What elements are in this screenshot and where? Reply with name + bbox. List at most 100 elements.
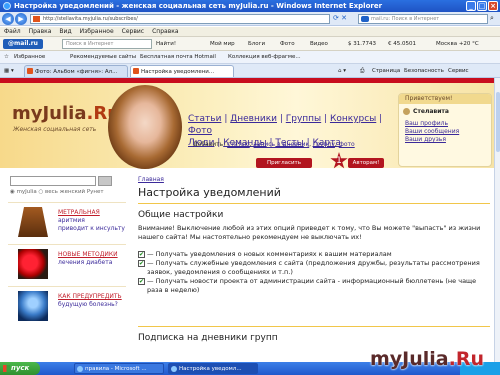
checkbox-news[interactable]: ✔: [138, 278, 145, 285]
site-tagline: Женская социальная сеть: [13, 126, 97, 133]
messages-link[interactable]: Ваши сообщения: [405, 128, 459, 136]
checkbox-service[interactable]: ✔: [138, 260, 145, 267]
search-icon[interactable]: ⌕: [490, 14, 494, 23]
fav-hotmail[interactable]: Бесплатная почта Hotmail: [140, 51, 216, 63]
profile-link[interactable]: Ваш профиль: [405, 120, 459, 128]
task-ie[interactable]: Настройка уведомл...: [168, 363, 258, 374]
address-toolbar: ◀ ▶ http://stellavita.myjulia.ru/subscri…: [0, 12, 500, 26]
cmd-page[interactable]: Страница: [372, 64, 400, 77]
add-label: Добавить:: [193, 141, 226, 148]
watermark-logo: myJulia.Ru: [370, 348, 485, 370]
mailru-item-photo[interactable]: Фото: [280, 37, 295, 50]
task-word[interactable]: правила - Microsoft ...: [74, 363, 164, 374]
cmd-security[interactable]: Безопасность: [404, 64, 444, 77]
checkbox-comments[interactable]: ✔: [138, 251, 145, 258]
ie-icon: [171, 366, 177, 372]
username[interactable]: Стелавита: [403, 108, 449, 115]
mailru-logo[interactable]: @mail.ru: [3, 39, 43, 49]
favorites-star-icon[interactable]: ☆: [4, 51, 9, 63]
ie-search-input[interactable]: mail.ru: Поиск в Интернет: [358, 14, 488, 24]
ie-search-placeholder: mail.ru: Поиск в Интернет: [371, 16, 440, 22]
breadcrumb-home[interactable]: Главная: [138, 176, 164, 183]
cmd-tools[interactable]: Сервис: [448, 64, 469, 77]
add-diary-link[interactable]: запись в дневник: [254, 141, 310, 148]
page-favicon-icon: [33, 16, 40, 22]
friends-link[interactable]: Ваши друзья: [405, 136, 459, 144]
weather[interactable]: Москва +20 °C: [436, 37, 479, 50]
print-icon[interactable]: ⎙: [360, 64, 364, 77]
nav-articles[interactable]: Статьи: [188, 114, 221, 124]
user-icon: [403, 108, 410, 115]
tab-favicon-icon: [27, 68, 33, 74]
nav-photo[interactable]: Фото: [188, 126, 212, 136]
metronome-image: [18, 207, 48, 237]
authors-button[interactable]: Авторам!: [348, 158, 384, 168]
option-comments: ✔ — Получать уведомления о новых коммент…: [138, 250, 392, 258]
scope-radio-runet[interactable]: ○: [38, 189, 43, 195]
mailru-item-blogs[interactable]: Блоги: [248, 37, 265, 50]
eur-rate: € 45.0501: [388, 41, 416, 47]
address-input[interactable]: http://stellavita.myjulia.ru/subscribes/: [30, 14, 330, 24]
window-title: Настройка уведомлений - женская социальн…: [14, 2, 383, 10]
nav-diaries[interactable]: Дневники: [230, 114, 277, 124]
tab-favicon-icon: [133, 68, 139, 74]
close-button[interactable]: ×: [488, 1, 498, 11]
add-photo-link[interactable]: фото: [339, 141, 355, 148]
start-button[interactable]: пуск: [0, 362, 40, 375]
menu-tools[interactable]: Сервис: [122, 27, 144, 36]
option-news: ✔ — Получать новости проекта от админист…: [138, 277, 477, 294]
vertical-scrollbar[interactable]: [494, 78, 500, 362]
mailru-item-myworld[interactable]: Мой мир: [210, 37, 235, 50]
site-search-button[interactable]: [98, 176, 112, 186]
invite-friends-button[interactable]: Пригласить подруг: [256, 158, 312, 176]
promo-item[interactable]: МЕТРАЛЬНАЯ аритмия приводит к инсульту: [8, 202, 126, 240]
favorites-button[interactable]: Избранное: [14, 51, 45, 63]
forward-button[interactable]: ▶: [15, 13, 27, 25]
divider: [138, 203, 490, 204]
nav-contests[interactable]: Конкурсы: [330, 114, 376, 124]
minimize-button[interactable]: _: [466, 1, 476, 11]
menu-edit[interactable]: Правка: [29, 27, 52, 36]
search-scope: ◉ myJulia ○ весь женский Рунет: [10, 189, 104, 195]
back-button[interactable]: ◀: [2, 13, 14, 25]
tab-photo-album[interactable]: Фото: Альбом «фигня»: Ал...: [24, 65, 128, 77]
word-icon: [77, 366, 83, 372]
add-group-link[interactable]: группу: [313, 141, 335, 148]
site-logo[interactable]: myJulia.Ru: [12, 103, 120, 124]
refresh-icon[interactable]: ⟳ ✕: [333, 14, 347, 22]
mailru-item-video[interactable]: Видео: [310, 37, 328, 50]
maximize-button[interactable]: □: [477, 1, 487, 11]
add-article-link[interactable]: статью: [227, 141, 250, 148]
nav-groups[interactable]: Группы: [286, 114, 321, 124]
ie-icon: [3, 2, 11, 10]
menu-file[interactable]: Файл: [4, 27, 21, 36]
address-url: http://stellavita.myjulia.ru/subscribes/: [43, 16, 138, 22]
site-search-input[interactable]: [10, 176, 96, 186]
menu-favorites[interactable]: Избранное: [80, 27, 114, 36]
scope-radio-myjulia[interactable]: ◉: [10, 189, 15, 195]
promo-item[interactable]: НОВЫЕ МЕТОДИКИ лечения диабета: [8, 244, 126, 282]
user-photo[interactable]: [108, 85, 182, 169]
windows-logo-icon: [3, 365, 10, 372]
menu-bar: Файл Правка Вид Избранное Сервис Справка: [0, 27, 500, 37]
mailru-find-button[interactable]: Найти!: [156, 37, 176, 50]
promo-item[interactable]: КАК ПРЕДУПРЕДИТЬ будущую болезнь?: [8, 286, 126, 324]
tab-notification-settings[interactable]: Настройка уведомлени...: [130, 65, 234, 77]
fav-recommended-sites[interactable]: Рекомендуемые сайты: [70, 51, 136, 63]
window-controls: _ □ ×: [466, 1, 498, 11]
scrollbar-thumb[interactable]: [496, 92, 500, 152]
crystal-ball-image: [18, 291, 48, 321]
greeting-title: Приветствуем!: [399, 94, 491, 104]
mailru-toolbar: @mail.ru Поиск в Интернет Найти! Мой мир…: [0, 37, 500, 51]
site-header: myJulia.Ru Женская социальная сеть Стать…: [0, 83, 494, 169]
quick-tabs-icon[interactable]: ▦ ▾: [4, 64, 14, 77]
fav-web-slices[interactable]: Коллекция веб-фрагме...: [228, 51, 301, 63]
home-icon[interactable]: ⌂ ▾: [338, 64, 346, 77]
usd-rate: $ 31.7743: [348, 41, 376, 47]
menu-help[interactable]: Справка: [152, 27, 178, 36]
menu-view[interactable]: Вид: [59, 27, 71, 36]
mailru-search-input[interactable]: Поиск в Интернет: [62, 39, 152, 49]
left-column: ◉ myJulia ○ весь женский Рунет МЕТРАЛЬНА…: [0, 170, 128, 362]
tab-label: Настройка уведомлени...: [141, 69, 215, 75]
page-viewport: myJulia.Ru Женская социальная сеть Стать…: [0, 78, 494, 362]
